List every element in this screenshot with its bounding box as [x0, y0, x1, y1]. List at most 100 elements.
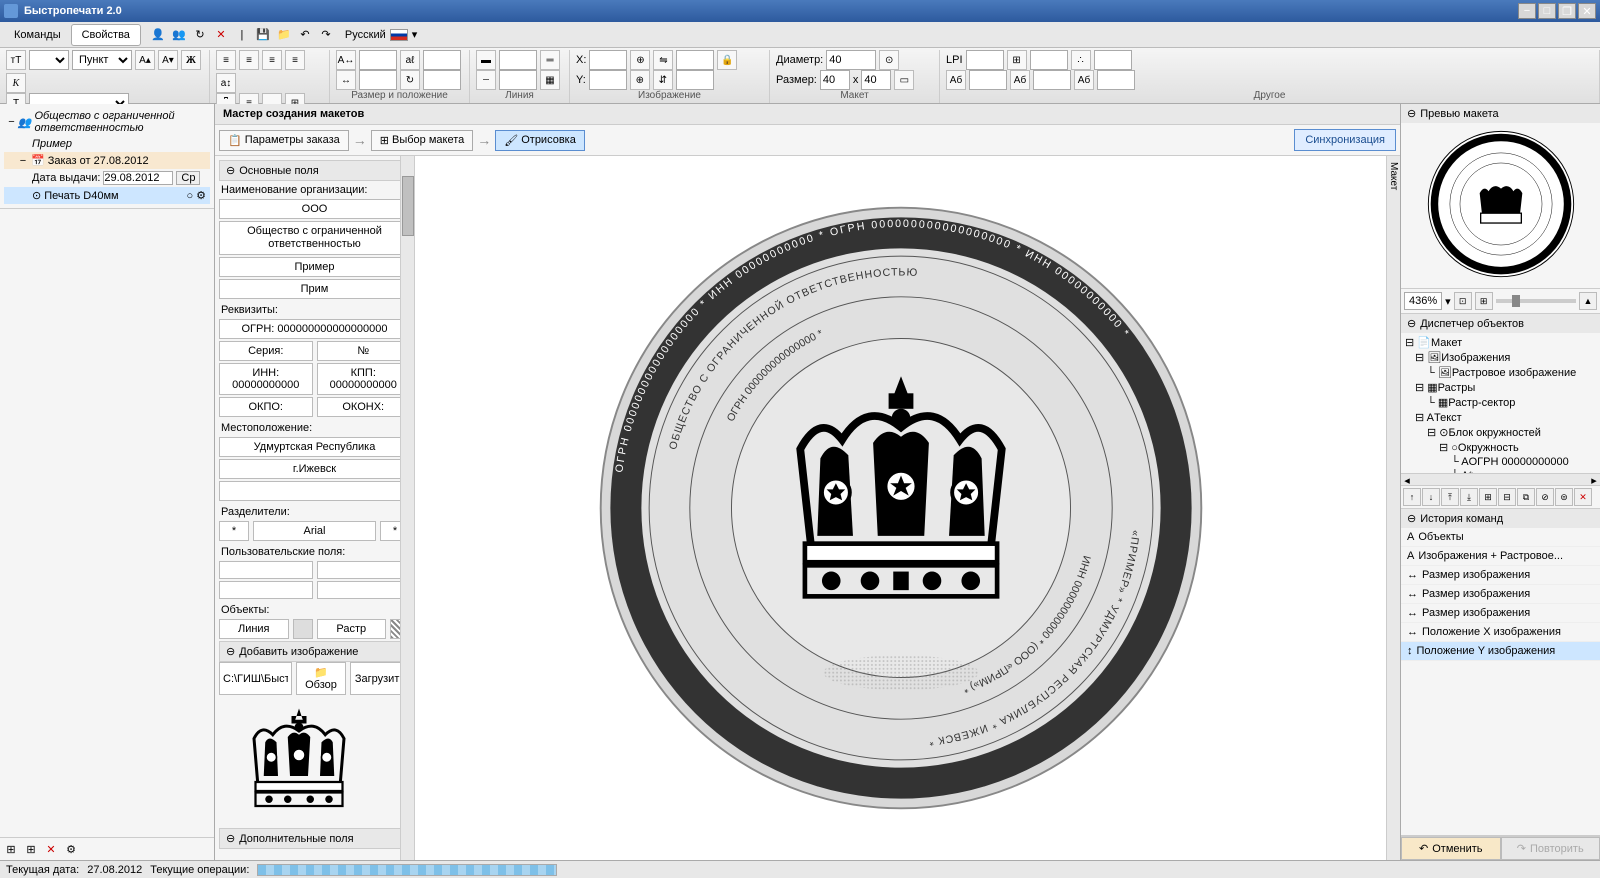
lock-aspect-icon[interactable]: 🔒 — [717, 50, 737, 70]
user-add-icon[interactable]: 👤 — [149, 26, 167, 44]
user-group-icon[interactable]: 👥 — [170, 26, 188, 44]
line-width-input[interactable] — [499, 50, 537, 70]
spacing-input[interactable] — [359, 50, 397, 70]
sep1[interactable]: * — [219, 521, 249, 541]
rotate-icon[interactable]: ↻ — [400, 70, 420, 90]
zoom-max-icon[interactable]: ▲ — [1579, 292, 1597, 310]
undo-icon[interactable]: ↶ — [296, 26, 314, 44]
uf2[interactable] — [317, 561, 411, 579]
flip-v-icon[interactable]: ⇵ — [653, 70, 673, 90]
hist-1[interactable]: AИзображения + Растровое... — [1401, 547, 1600, 566]
close-button[interactable]: ✕ — [1578, 3, 1596, 19]
hist-0[interactable]: AОбъекты — [1401, 528, 1600, 547]
language-select[interactable]: Русский ▾ — [345, 28, 417, 41]
misc2-input[interactable] — [1094, 50, 1132, 70]
obj-up-icon[interactable]: ↑ — [1403, 488, 1421, 506]
refresh-icon[interactable]: ↻ — [191, 26, 209, 44]
undo-button[interactable]: ↶Отменить — [1401, 837, 1501, 860]
menu-properties[interactable]: Свойства — [71, 24, 141, 46]
kerning-icon[interactable]: aℓ — [400, 50, 420, 70]
field-num[interactable]: № — [317, 341, 411, 361]
hist-4[interactable]: ↔Размер изображения — [1401, 604, 1600, 623]
save-icon[interactable]: 💾 — [254, 26, 272, 44]
tree-stamp[interactable]: ⊙Печать D40мм○ ⚙ — [4, 187, 210, 204]
hist-2[interactable]: ↔Размер изображения — [1401, 566, 1600, 585]
line-type-icon[interactable]: ═ — [540, 50, 560, 70]
ab1-input[interactable] — [969, 70, 1007, 90]
misc2-icon[interactable]: ∴ — [1071, 50, 1091, 70]
field-ogrn[interactable]: ОГРН: 000000000000000000 — [219, 319, 410, 339]
font-inc-icon[interactable]: A▴ — [135, 50, 155, 70]
field-empty1[interactable] — [219, 481, 410, 501]
maximize-button[interactable]: □ — [1538, 3, 1556, 19]
flip-h-icon[interactable]: ⇋ — [653, 50, 673, 70]
restore-button[interactable]: ❐ — [1558, 3, 1576, 19]
field-okpo[interactable]: ОКПО: — [219, 397, 313, 417]
x-center-icon[interactable]: ⊕ — [630, 50, 650, 70]
preview-header[interactable]: ⊖Превью макета — [1401, 104, 1600, 123]
uf4[interactable] — [317, 581, 411, 599]
tree-order[interactable]: −📅Заказ от 27.08.2012 — [4, 152, 210, 169]
align-left-icon[interactable]: ≡ — [216, 50, 236, 70]
obj-delete-icon[interactable]: ✕ — [1574, 488, 1592, 506]
field-okonh[interactable]: ОКОНХ: — [317, 397, 411, 417]
lpi-input[interactable] — [966, 50, 1004, 70]
delete-icon[interactable]: ✕ — [212, 26, 230, 44]
ab2-input[interactable] — [1033, 70, 1071, 90]
obj-line[interactable]: Линия — [219, 619, 289, 639]
obj-ungroup-icon[interactable]: ⊟ — [1498, 488, 1516, 506]
field-ooo[interactable]: ООО — [219, 199, 410, 219]
lb-icon2[interactable]: ⊞ — [22, 840, 40, 858]
date-picker-button[interactable]: Ср — [176, 171, 200, 185]
scale-x-input[interactable] — [676, 50, 714, 70]
x-input[interactable] — [589, 50, 627, 70]
lb-icon1[interactable]: ⊞ — [2, 840, 20, 858]
redo-icon[interactable]: ↷ — [317, 26, 335, 44]
dash-icon[interactable]: ┄ — [476, 70, 496, 90]
hist-3[interactable]: ↔Размер изображения — [1401, 585, 1600, 604]
diameter-apply-icon[interactable]: ⊙ — [879, 50, 899, 70]
browse-button[interactable]: 📁Обзор — [296, 662, 346, 695]
field-city[interactable]: г.Ижевск — [219, 459, 410, 479]
field-fullname[interactable]: Общество с ограниченной ответственностью — [219, 221, 410, 255]
align-center-icon[interactable]: ≡ — [239, 50, 259, 70]
diameter-input[interactable] — [826, 50, 876, 70]
ab3-input[interactable] — [1097, 70, 1135, 90]
field-kpp[interactable]: КПП:00000000000 — [317, 363, 411, 395]
kerning-input[interactable] — [423, 50, 461, 70]
obj-group-icon[interactable]: ⊞ — [1479, 488, 1497, 506]
extra-fields-header[interactable]: ⊖Дополнительные поля — [219, 828, 410, 849]
obj-bottom-icon[interactable]: ⤓ — [1460, 488, 1478, 506]
field-primer[interactable]: Пример — [219, 257, 410, 277]
menu-commands[interactable]: Команды — [4, 25, 71, 45]
italic-button[interactable]: К — [6, 73, 26, 93]
y-input[interactable] — [589, 70, 627, 90]
pattern-icon[interactable]: ▦ — [540, 70, 560, 90]
uf1[interactable] — [219, 561, 313, 579]
step-layout[interactable]: ⊞Выбор макета — [371, 130, 473, 151]
fontsize-select[interactable] — [29, 50, 69, 70]
size-h-input[interactable] — [861, 70, 891, 90]
scale-y-input[interactable] — [676, 70, 714, 90]
history-header[interactable]: ⊖История команд — [1401, 509, 1600, 528]
zoom-100-icon[interactable]: ⊞ — [1475, 292, 1493, 310]
size-apply-icon[interactable]: ▭ — [894, 70, 914, 90]
obj-top-icon[interactable]: ⤒ — [1441, 488, 1459, 506]
line-style[interactable] — [293, 619, 313, 639]
zoom-value[interactable]: 436% — [1404, 292, 1442, 310]
align-justify-icon[interactable]: ≡ — [285, 50, 305, 70]
uf3[interactable] — [219, 581, 313, 599]
bold-button[interactable]: Ж — [181, 50, 201, 70]
ab2-icon[interactable]: Aб — [1010, 70, 1030, 90]
obj-down-icon[interactable]: ↓ — [1422, 488, 1440, 506]
step-render[interactable]: 🖌Отрисовка — [495, 130, 585, 151]
field-region[interactable]: Удмуртская Республика — [219, 437, 410, 457]
hist-5[interactable]: ↔Положение X изображения — [1401, 623, 1600, 642]
fontunit-select[interactable]: Пункт — [72, 50, 132, 70]
main-fields-header[interactable]: ⊖Основные поля — [219, 160, 410, 181]
canvas[interactable]: ОГРН 000000000000000000 * ИНН 0000000000… — [415, 156, 1386, 860]
line-style-icon[interactable]: ▬ — [476, 50, 496, 70]
folder-icon[interactable]: 📁 — [275, 26, 293, 44]
hist-6[interactable]: ↕Положение Y изображения — [1401, 642, 1600, 661]
obj-raster[interactable]: Растр — [317, 619, 387, 639]
